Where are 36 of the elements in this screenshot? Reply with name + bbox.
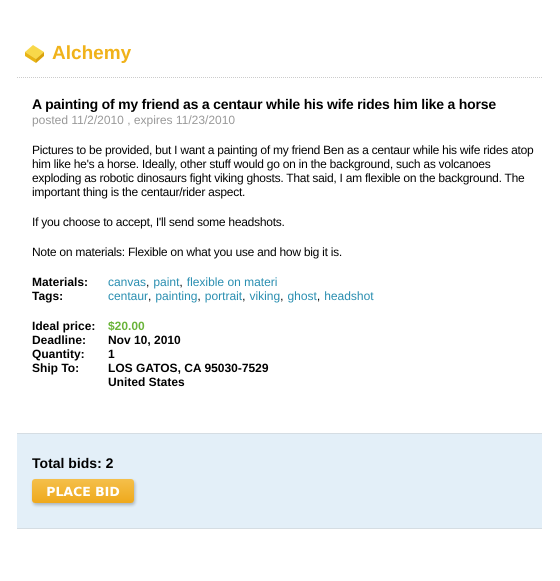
- tag-link[interactable]: flexible on materi: [186, 275, 278, 289]
- field-label: Materials:: [32, 275, 90, 289]
- separator: ,: [197, 289, 201, 303]
- tag-link[interactable]: ghost: [288, 289, 317, 303]
- description-paragraph: Pictures to be provided, but I want a painting of my friend Ben as a centaur while his wife rides atop him like he's a horse. Ideally, other stuff would go on in the background, such as volcanoes exploding as robotic dinosaurs fight viking ghosts. That said, I am flexible on the background. The important thing is the centaur/rider aspect.: [32, 143, 534, 199]
- price-value: $20.00: [108, 319, 146, 333]
- separator: ,: [316, 289, 320, 303]
- separator: ,: [146, 275, 150, 289]
- expiry-date: , expires 11/23/2010: [127, 113, 236, 127]
- separator: ,: [179, 275, 183, 289]
- tag-link[interactable]: centaur: [108, 289, 148, 303]
- separator: ,: [148, 289, 152, 303]
- separator: ,: [242, 289, 246, 303]
- tag-link[interactable]: canvas: [108, 275, 146, 289]
- description-paragraph: Note on materials: Flexible on what you use and how big it is.: [32, 245, 344, 259]
- tag-link[interactable]: viking: [249, 289, 280, 303]
- total-bids: Total bids: 2: [32, 455, 114, 471]
- posted-date: posted 11/2/2010: [32, 113, 124, 127]
- separator: ,: [280, 289, 284, 303]
- tag-link[interactable]: portrait: [204, 289, 242, 303]
- field-value: LOS GATOS, CA 95030-7529: [108, 361, 270, 375]
- field-value: United States: [108, 375, 186, 389]
- description-paragraph: If you choose to accept, I'll send some headshots.: [32, 215, 286, 229]
- request-title: A painting of my friend as a centaur while his wife rides him like a horse: [32, 96, 497, 112]
- field-value: 1: [108, 347, 116, 361]
- ingot-icon: [24, 44, 46, 64]
- field-label: Deadline:: [32, 333, 88, 347]
- tag-link[interactable]: headshot: [324, 289, 374, 303]
- field-label: Tags:: [32, 289, 64, 303]
- field-value: Nov 10, 2010: [108, 333, 182, 347]
- tag-link[interactable]: paint: [153, 275, 180, 289]
- field-label: Ship To:: [32, 361, 80, 377]
- tag-link[interactable]: painting: [155, 289, 198, 303]
- field-label: Ideal price:: [32, 319, 96, 333]
- field-label: Quantity:: [32, 347, 86, 361]
- brand-name: Alchemy: [52, 43, 132, 65]
